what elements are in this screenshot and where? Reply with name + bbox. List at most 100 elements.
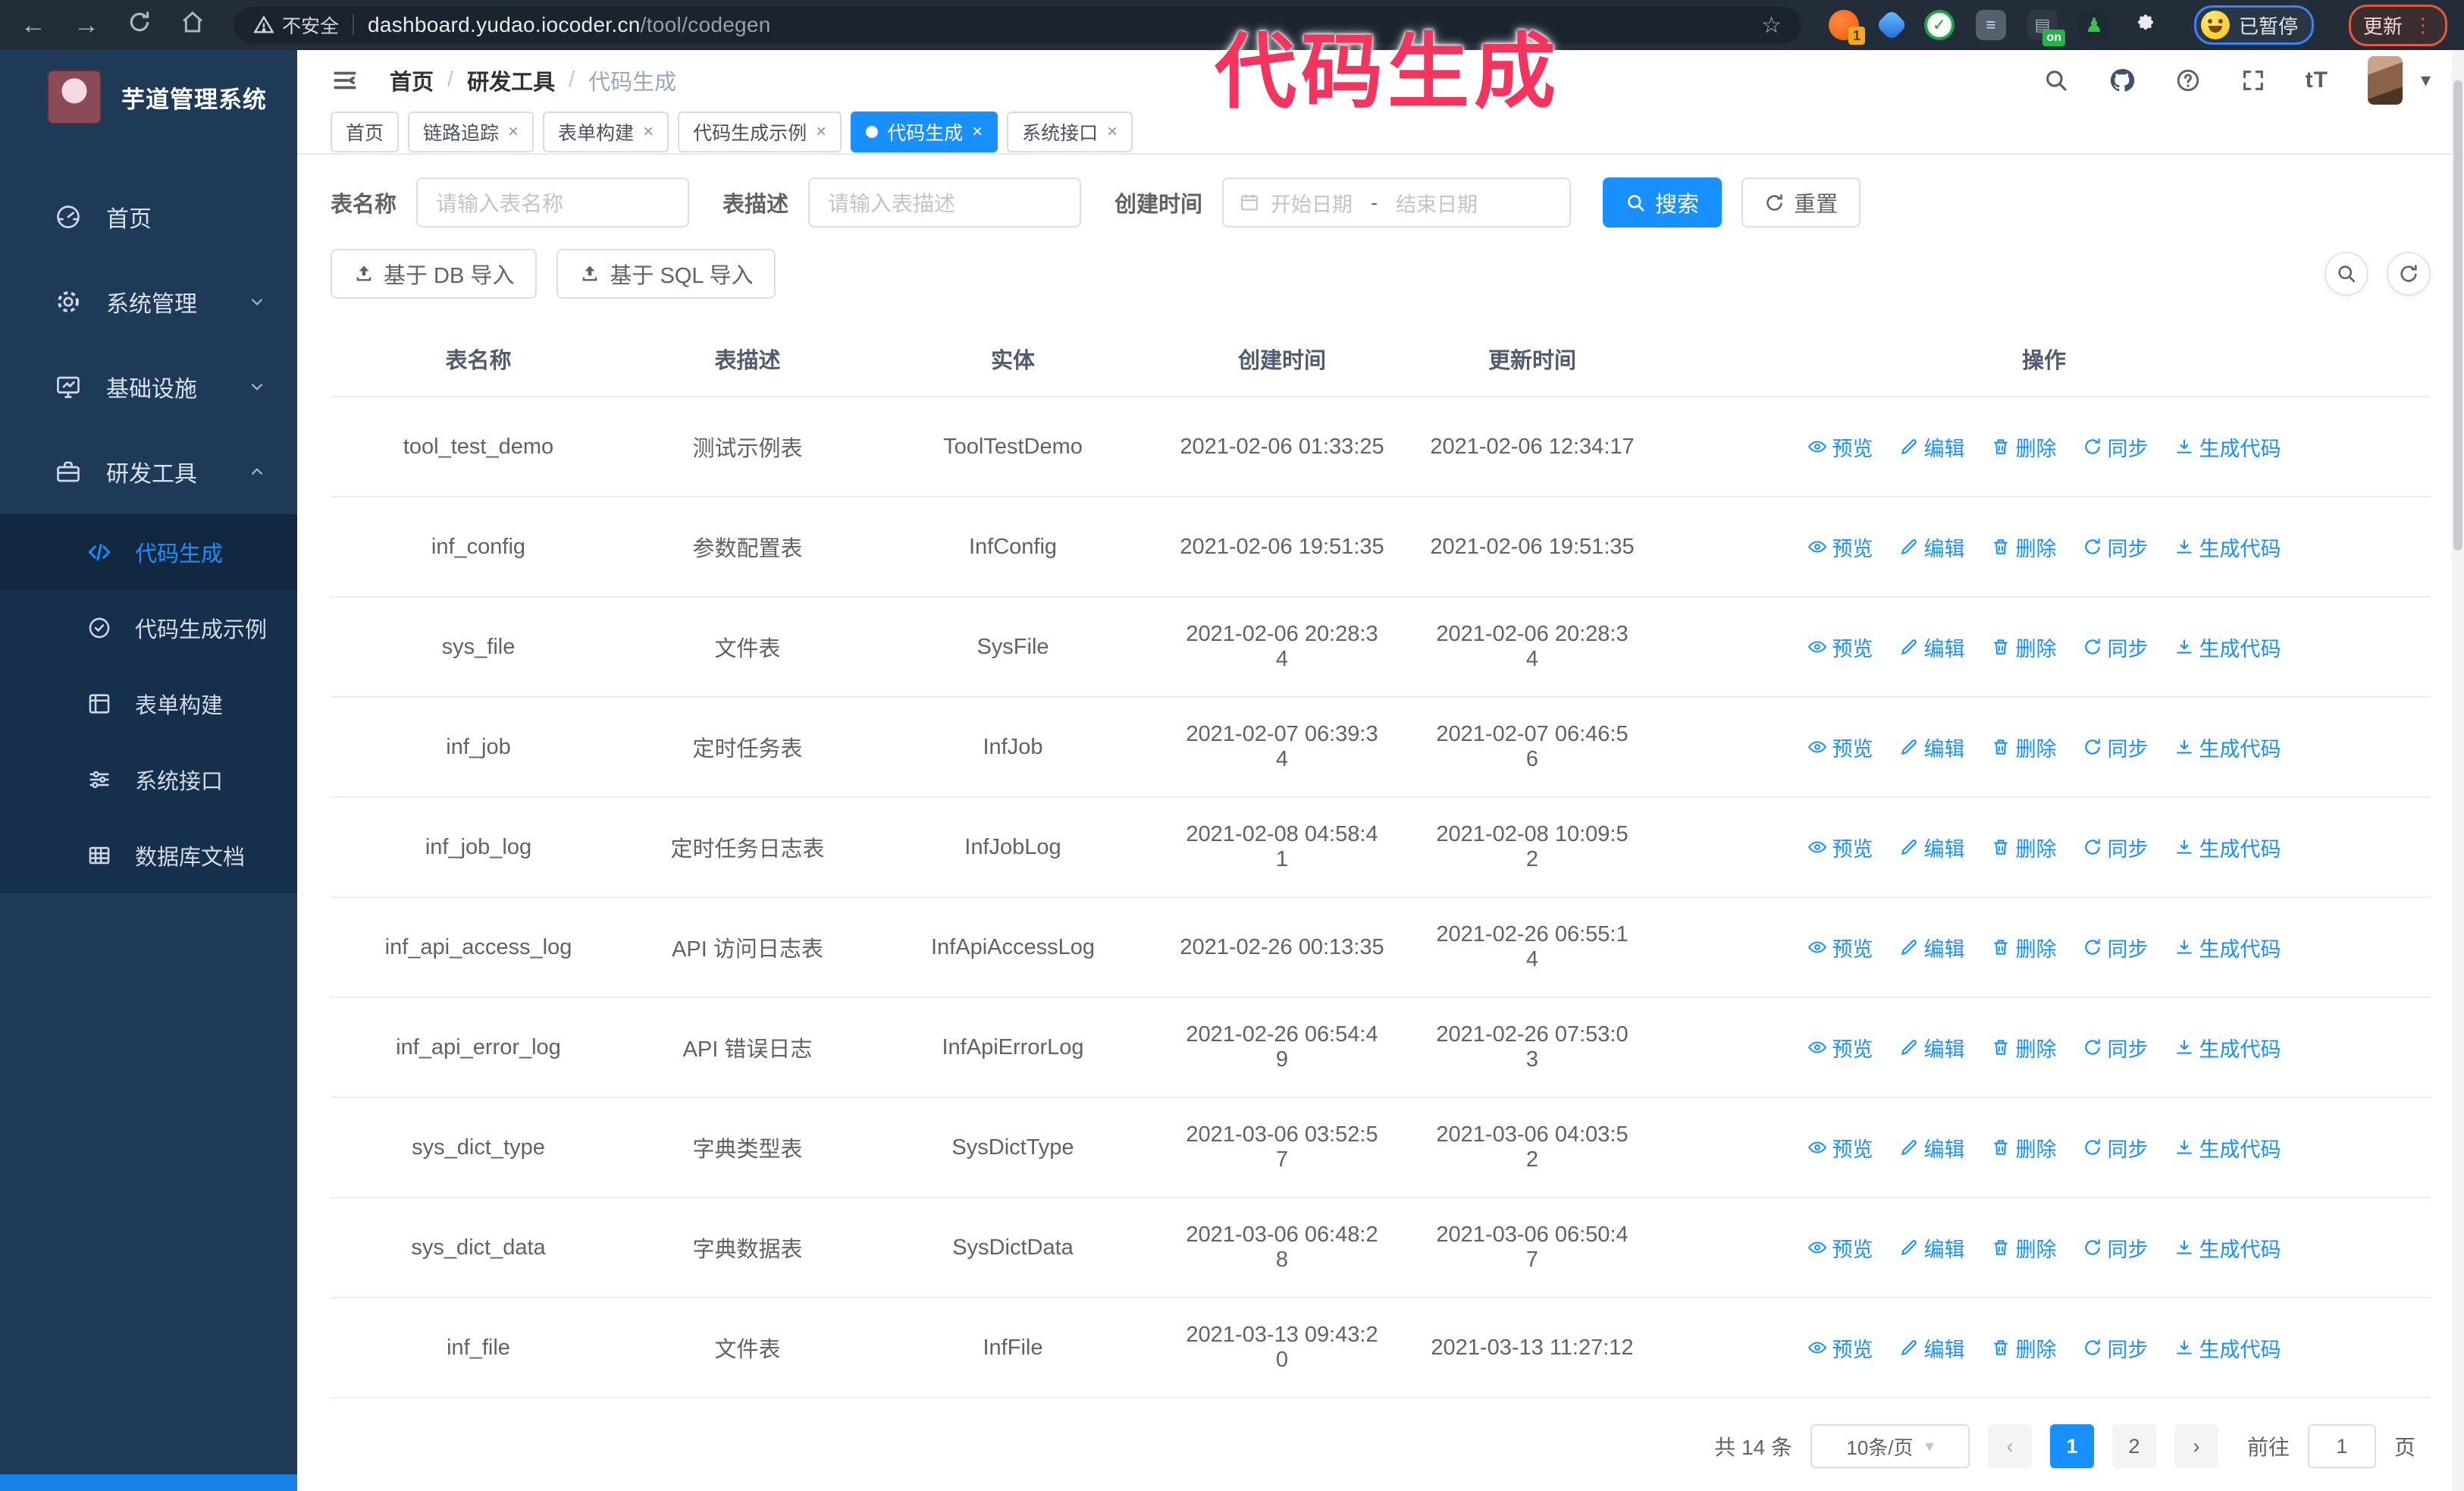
page-button-2[interactable]: 2 <box>2111 1424 2156 1468</box>
action-edit-link[interactable]: 编辑 <box>1899 432 1965 462</box>
goto-page-input[interactable]: 1 <box>2307 1424 2376 1468</box>
action-delete-link[interactable]: 删除 <box>1991 632 2057 662</box>
action-eye-link[interactable]: 预览 <box>1807 1033 1873 1063</box>
extension-orange-icon[interactable]: 1 <box>1828 10 1865 45</box>
action-edit-link[interactable]: 编辑 <box>1899 532 1965 562</box>
tab-首页[interactable]: 首页 <box>331 111 400 152</box>
page-button-1[interactable]: 1 <box>2049 1424 2094 1468</box>
action-eye-link[interactable]: 预览 <box>1807 1233 1873 1263</box>
sidebar-item-system[interactable]: 系统管理 <box>0 259 297 344</box>
action-download-link[interactable]: 生成代码 <box>2174 833 2281 862</box>
action-eye-link[interactable]: 预览 <box>1807 733 1873 762</box>
action-download-link[interactable]: 生成代码 <box>2174 432 2281 462</box>
search-button[interactable]: 搜索 <box>1603 177 1723 228</box>
extension-onebox-icon[interactable]: ▤ on <box>2027 10 2065 46</box>
action-delete-link[interactable]: 删除 <box>1991 532 2057 562</box>
action-edit-link[interactable]: 编辑 <box>1899 933 1965 962</box>
logo-row[interactable]: 芋道管理系统 <box>0 50 297 144</box>
scrollbar-thumb[interactable] <box>2453 80 2462 551</box>
kebab-menu-icon[interactable]: ⋮ <box>2413 14 2433 37</box>
action-sync-link[interactable]: 同步 <box>2083 733 2149 762</box>
extensions-puzzle-icon[interactable] <box>2130 10 2161 40</box>
user-avatar[interactable] <box>2367 55 2403 105</box>
action-edit-link[interactable]: 编辑 <box>1899 833 1965 862</box>
action-sync-link[interactable]: 同步 <box>2083 432 2149 462</box>
paused-badge[interactable]: 已暂停 <box>2193 5 2314 45</box>
tab-系统接口[interactable]: 系统接口 × <box>1007 111 1133 152</box>
action-eye-link[interactable]: 预览 <box>1807 1133 1873 1163</box>
breadcrumb-devtools[interactable]: 研发工具 <box>467 64 555 96</box>
tab-代码生成[interactable]: 代码生成 × <box>851 111 998 152</box>
avatar-caret-icon[interactable]: ▾ <box>2421 68 2431 92</box>
sidebar-item-db-doc[interactable]: 数据库文档 <box>0 818 297 893</box>
bookmark-star-icon[interactable]: ☆ <box>1761 12 1782 39</box>
github-icon[interactable] <box>2108 67 2136 94</box>
address-bar[interactable]: 不安全 dashboard.yudao.iocoder.cn/tool/code… <box>234 7 1801 43</box>
action-sync-link[interactable]: 同步 <box>2083 532 2149 562</box>
font-size-icon[interactable]: tT <box>2306 67 2328 93</box>
sidebar-item-system-api[interactable]: 系统接口 <box>0 742 297 818</box>
next-page-button[interactable]: › <box>2174 1424 2218 1468</box>
action-edit-link[interactable]: 编辑 <box>1899 1033 1965 1063</box>
action-edit-link[interactable]: 编辑 <box>1899 1133 1965 1163</box>
action-eye-link[interactable]: 预览 <box>1807 432 1873 462</box>
browser-forward-icon[interactable]: → <box>70 11 103 40</box>
action-edit-link[interactable]: 编辑 <box>1899 733 1965 762</box>
table-name-input[interactable]: 请输入表名称 <box>416 177 690 228</box>
close-icon[interactable]: × <box>643 121 654 143</box>
sidebar-item-infra[interactable]: 基础设施 <box>0 344 297 429</box>
action-delete-link[interactable]: 删除 <box>1991 432 2057 462</box>
prev-page-button[interactable]: ‹ <box>1987 1424 2032 1468</box>
breadcrumb-home[interactable]: 首页 <box>390 64 434 96</box>
action-sync-link[interactable]: 同步 <box>2083 1033 2149 1063</box>
action-sync-link[interactable]: 同步 <box>2083 1133 2149 1163</box>
hamburger-icon[interactable] <box>331 66 359 95</box>
tab-链路追踪[interactable]: 链路追踪 × <box>408 111 534 152</box>
refresh-table-button[interactable] <box>2387 252 2431 296</box>
table-desc-input[interactable]: 请输入表描述 <box>808 177 1082 228</box>
action-sync-link[interactable]: 同步 <box>2083 933 2149 962</box>
action-delete-link[interactable]: 删除 <box>1991 733 2057 762</box>
import-db-button[interactable]: 基于 DB 导入 <box>331 249 538 299</box>
action-eye-link[interactable]: 预览 <box>1807 532 1873 562</box>
sidebar-item-codegen-example[interactable]: 代码生成示例 <box>0 590 297 666</box>
action-delete-link[interactable]: 删除 <box>1991 1033 2057 1063</box>
action-sync-link[interactable]: 同步 <box>2083 833 2149 862</box>
not-secure-warning[interactable]: 不安全 <box>253 11 339 39</box>
action-eye-link[interactable]: 预览 <box>1807 933 1873 962</box>
browser-reload-icon[interactable] <box>123 10 156 41</box>
help-icon[interactable] <box>2175 67 2201 93</box>
sidebar-item-home[interactable]: 首页 <box>0 174 297 259</box>
action-edit-link[interactable]: 编辑 <box>1899 632 1965 662</box>
close-icon[interactable]: × <box>1107 121 1118 143</box>
action-delete-link[interactable]: 删除 <box>1991 1233 2057 1263</box>
action-delete-link[interactable]: 删除 <box>1991 933 2057 962</box>
action-delete-link[interactable]: 删除 <box>1991 1333 2057 1363</box>
action-edit-link[interactable]: 编辑 <box>1899 1233 1965 1263</box>
action-edit-link[interactable]: 编辑 <box>1899 1333 1965 1363</box>
action-download-link[interactable]: 生成代码 <box>2174 733 2281 762</box>
browser-back-icon[interactable]: ← <box>17 11 50 40</box>
import-sql-button[interactable]: 基于 SQL 导入 <box>556 249 776 299</box>
sidebar-item-codegen[interactable]: 代码生成 <box>0 514 297 590</box>
action-sync-link[interactable]: 同步 <box>2083 632 2149 662</box>
close-icon[interactable]: × <box>508 121 519 143</box>
action-download-link[interactable]: 生成代码 <box>2174 1333 2281 1363</box>
action-delete-link[interactable]: 删除 <box>1991 833 2057 862</box>
action-sync-link[interactable]: 同步 <box>2083 1233 2149 1263</box>
action-delete-link[interactable]: 删除 <box>1991 1133 2057 1163</box>
tab-代码生成示例[interactable]: 代码生成示例 × <box>678 111 842 152</box>
sidebar-item-form-builder[interactable]: 表单构建 <box>0 666 297 742</box>
action-download-link[interactable]: 生成代码 <box>2174 1133 2281 1163</box>
search-icon[interactable] <box>2043 67 2069 93</box>
action-download-link[interactable]: 生成代码 <box>2174 1033 2281 1063</box>
extension-gem-icon[interactable] <box>1875 8 1908 42</box>
window-scrollbar[interactable] <box>2452 50 2464 1491</box>
fullscreen-icon[interactable] <box>2240 67 2266 93</box>
action-download-link[interactable]: 生成代码 <box>2174 532 2281 562</box>
update-button[interactable]: 更新 ⋮ <box>2348 4 2447 46</box>
tab-表单构建[interactable]: 表单构建 × <box>543 111 669 152</box>
close-icon[interactable]: × <box>972 121 983 143</box>
sidebar-bottom-bar[interactable] <box>0 1474 297 1491</box>
extension-toggles-icon[interactable]: ≡ <box>1975 10 2006 40</box>
